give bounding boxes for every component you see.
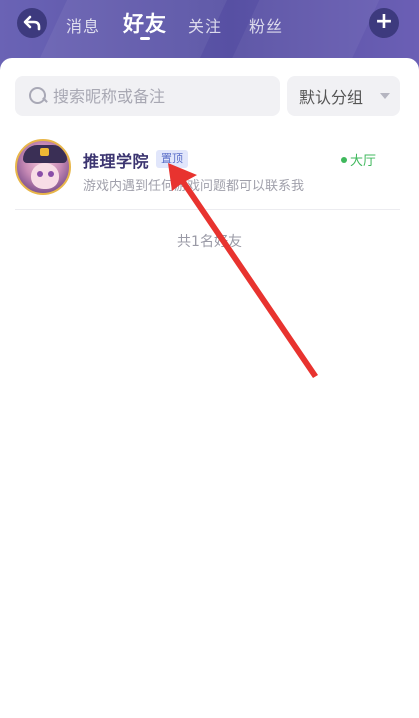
- chevron-down-icon: [380, 93, 390, 99]
- search-box[interactable]: [15, 76, 280, 116]
- active-tab-indicator: [140, 37, 150, 40]
- friend-list-item[interactable]: 推理学院 置顶 游戏内遇到任何游戏问题都可以联系我 大厅: [15, 138, 400, 210]
- tab-friends[interactable]: 好友: [123, 8, 167, 38]
- status-dot-icon: [341, 156, 347, 163]
- friend-name: 推理学院: [83, 152, 150, 171]
- friend-last-message: 游戏内遇到任何游戏问题都可以联系我: [83, 179, 305, 194]
- search-icon: [29, 87, 47, 105]
- status-label: 大厅: [350, 154, 377, 169]
- friends-panel: 默认分组 推理学院 置顶 游戏内遇到任何游戏问题都可以联系我 大厅 共1名好友: [0, 58, 419, 718]
- group-select-dropdown[interactable]: 默认分组: [287, 76, 400, 116]
- online-status: 大厅: [341, 150, 376, 169]
- plus-icon: +: [374, 9, 394, 34]
- tab-following[interactable]: 关注: [188, 13, 222, 37]
- avatar[interactable]: [15, 139, 71, 195]
- pinned-badge: 置顶: [156, 150, 188, 168]
- tab-messages[interactable]: 消息: [66, 13, 100, 37]
- tab-bar: 消息 好友 关注 粉丝: [0, 0, 419, 50]
- search-input[interactable]: [53, 86, 253, 106]
- tab-fans[interactable]: 粉丝: [249, 13, 283, 37]
- group-select-value: 默认分组: [299, 88, 364, 107]
- friend-count-text: 共1名好友: [177, 234, 242, 250]
- add-friend-button[interactable]: +: [369, 8, 399, 38]
